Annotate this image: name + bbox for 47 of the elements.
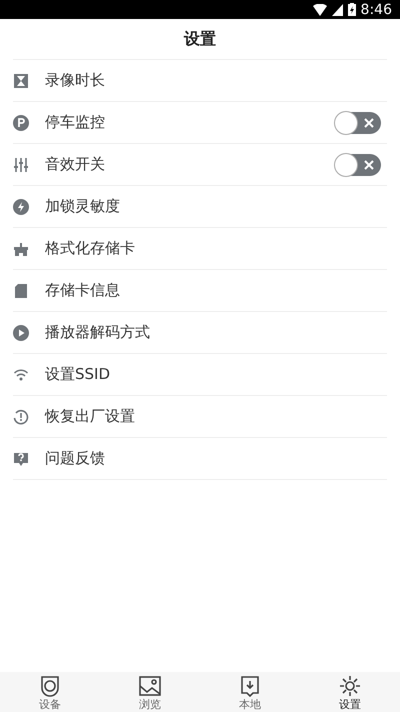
play-icon — [13, 324, 29, 340]
settings-row[interactable]: 恢复出厂设置 — [13, 396, 387, 438]
row-label: 存储卡信息 — [45, 281, 121, 300]
settings-row[interactable]: 问题反馈 — [13, 438, 387, 480]
wifi-icon — [13, 366, 29, 382]
row-label: 设置SSID — [45, 365, 112, 384]
status-time: 8:46 — [360, 2, 392, 18]
settings-row[interactable]: 录像时长 — [13, 60, 387, 102]
row-label: 格式化存储卡 — [45, 239, 136, 258]
row-label: 录像时长 — [45, 71, 106, 90]
settings-row[interactable]: 存储卡信息 — [13, 270, 387, 312]
toggle-switch[interactable] — [335, 112, 381, 134]
battery-icon — [348, 3, 356, 16]
wifi-signal-icon — [312, 4, 327, 16]
restore-icon — [13, 408, 29, 424]
tab-button[interactable]: 设备 — [0, 672, 100, 712]
brush-icon — [13, 240, 29, 256]
row-label: 问题反馈 — [45, 449, 106, 468]
tab-button[interactable]: 本地 — [200, 672, 300, 712]
image-icon — [138, 674, 162, 698]
close-icon — [364, 118, 374, 128]
sd-card-icon — [13, 282, 29, 298]
tab-button[interactable]: 设置 — [300, 672, 400, 712]
close-icon — [364, 160, 374, 170]
parking-icon — [13, 114, 29, 130]
settings-row[interactable]: 设置SSID — [13, 354, 387, 396]
settings-row[interactable]: 停车监控 — [13, 102, 387, 144]
settings-row[interactable]: 格式化存储卡 — [13, 228, 387, 270]
settings-icon — [338, 674, 362, 698]
row-label: 加锁灵敏度 — [45, 197, 121, 216]
tab-button[interactable]: 浏览 — [100, 672, 200, 712]
cell-signal-icon — [332, 4, 343, 16]
hourglass-icon — [13, 72, 29, 88]
lightning-icon — [13, 198, 29, 214]
row-label: 停车监控 — [45, 113, 106, 132]
toggle-switch[interactable] — [335, 154, 381, 176]
row-label: 音效开关 — [45, 155, 106, 174]
row-label: 恢复出厂设置 — [45, 407, 136, 426]
settings-row[interactable]: 加锁灵敏度 — [13, 186, 387, 228]
settings-row[interactable]: 播放器解码方式 — [13, 312, 387, 354]
camera-lens-icon — [38, 674, 62, 698]
sliders-icon — [13, 156, 29, 172]
page-title: 设置 — [184, 28, 216, 50]
feedback-icon — [13, 450, 29, 466]
settings-row[interactable]: 音效开关 — [13, 144, 387, 186]
row-label: 播放器解码方式 — [45, 323, 151, 342]
download-icon — [238, 674, 262, 698]
